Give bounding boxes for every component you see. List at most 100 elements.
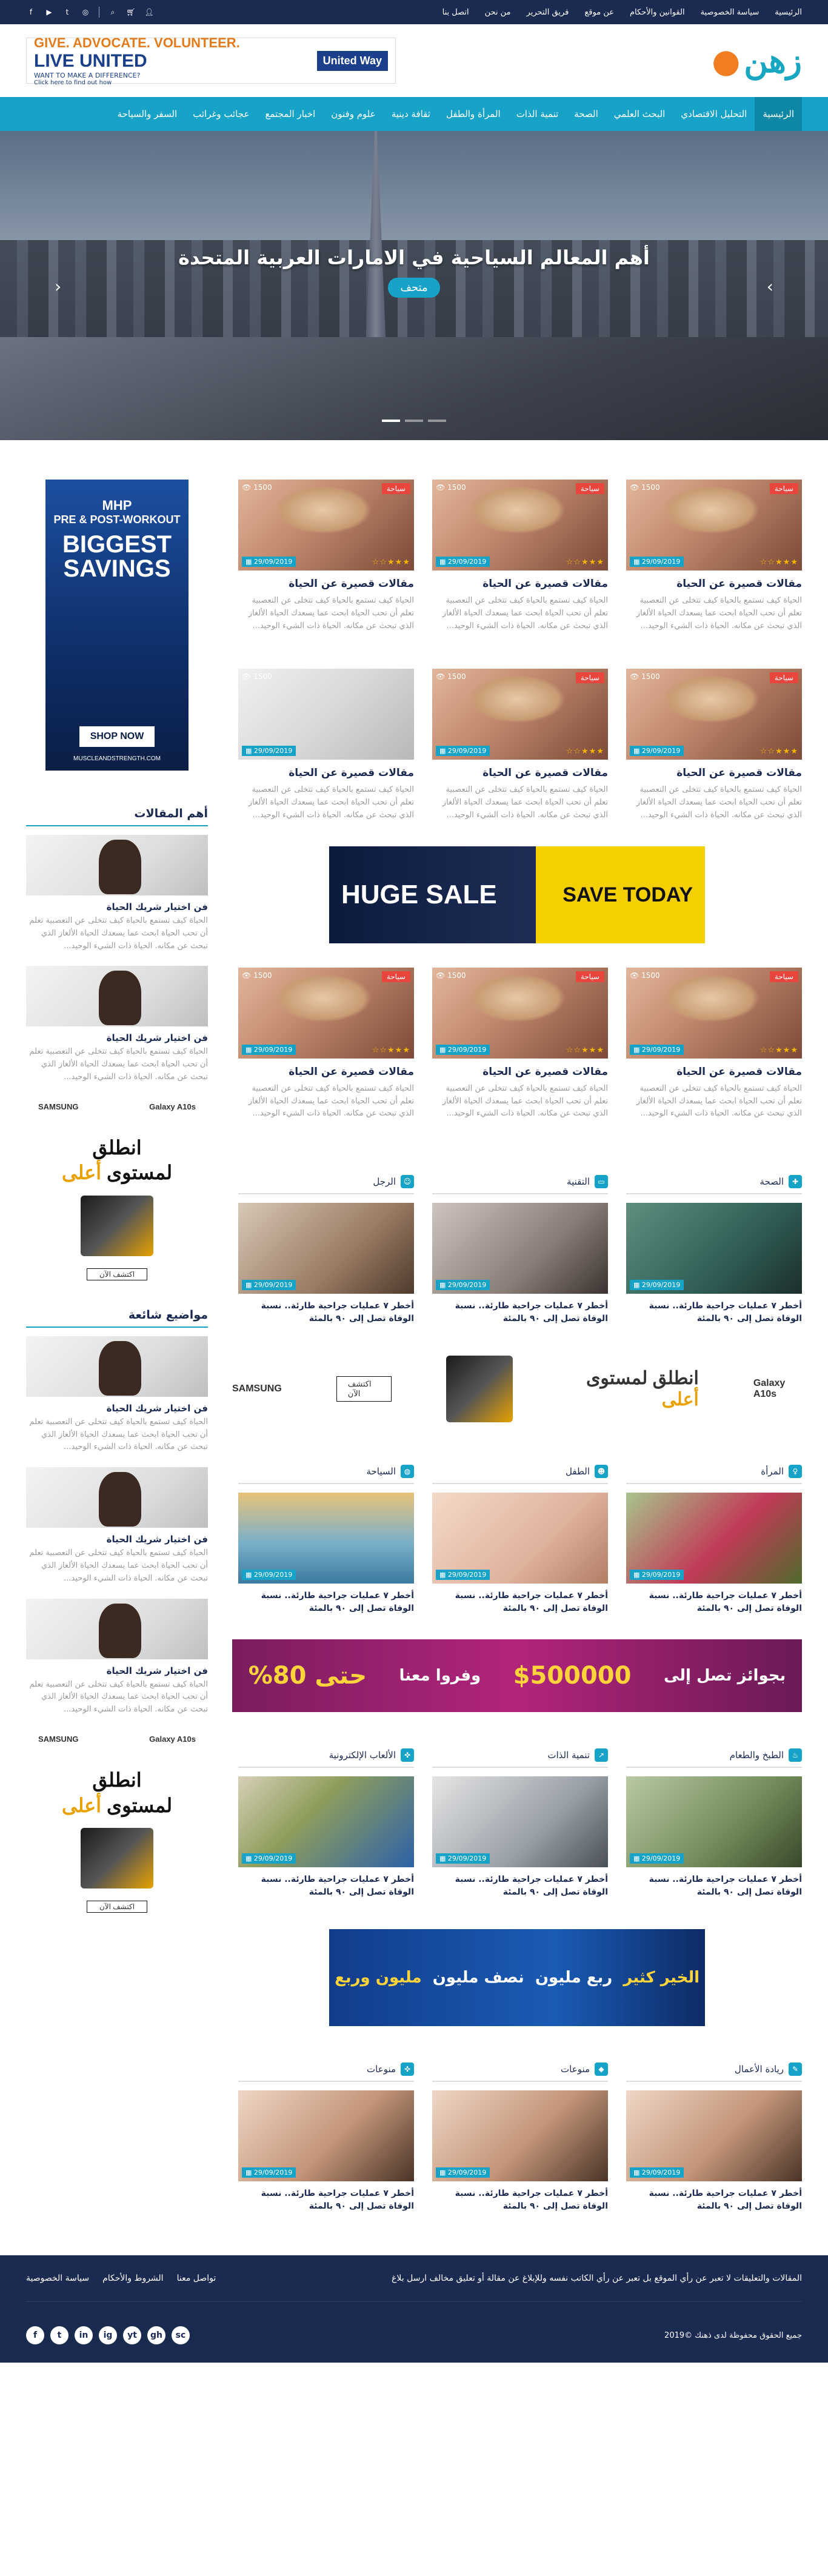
hero-slider[interactable]: أهم المعالم السياحية في الامارات العربية… xyxy=(0,131,828,440)
category-image[interactable]: ▦ 29/09/2019 xyxy=(238,1203,414,1294)
twitter-icon[interactable]: t xyxy=(62,7,72,17)
category-article-title[interactable]: أخطر ٧ عمليات جراحية طارئة.. نسبة الوفاة… xyxy=(432,1873,608,1899)
side-article-image[interactable] xyxy=(26,1336,208,1397)
side-article-title[interactable]: فن اختيار شريك الحياة xyxy=(26,1403,208,1414)
side-article[interactable]: فن اختيار شريك الحياة الحياة كيف تستمع ب… xyxy=(26,1467,208,1585)
samsung-side-ad[interactable]: SAMSUNG Galaxy A10s انطلق لمستوى أعلى اكتش… xyxy=(26,1102,208,1302)
nav-item-religion[interactable]: ثقافة دينية xyxy=(384,97,438,131)
category-header[interactable]: ☻ الطفل xyxy=(432,1465,608,1485)
category-tag[interactable]: سياحة xyxy=(769,971,798,982)
article-card[interactable]: سياحة 👁︎ 1500 ▦ 29/09/2019 ★★★☆☆ مقالات قصي… xyxy=(432,967,608,1120)
top-link-home[interactable]: الرئيسية xyxy=(775,8,802,17)
footer-link-privacy[interactable]: سياسة الخصوصية xyxy=(26,2273,89,2283)
slider-dot[interactable] xyxy=(405,420,423,422)
youtube-icon[interactable]: ▶ xyxy=(44,7,54,17)
instagram-icon[interactable]: ◎ xyxy=(81,7,90,17)
category-article-title[interactable]: أخطر ٧ عمليات جراحية طارئة.. نسبة الوفاة… xyxy=(626,1300,802,1325)
side-article[interactable]: فن اختيار شريك الحياة الحياة كيف تستمع ب… xyxy=(26,835,208,952)
nav-item-economy[interactable]: التحليل الاقتصادي xyxy=(673,97,755,131)
article-image[interactable]: 👁︎ 1500 ▦ 29/09/2019 xyxy=(238,669,414,760)
category-tag[interactable]: سياحة xyxy=(381,971,410,982)
top-link-about-us[interactable]: من نحن xyxy=(485,8,511,17)
category-header[interactable]: ▭ التقنية xyxy=(432,1175,608,1195)
samsung-side-ad-2[interactable]: SAMSUNG Galaxy A10s انطلق لمستوى أعلى اكتش… xyxy=(26,1735,208,1935)
article-title[interactable]: مقالات قصيرة عن الحياة xyxy=(626,1066,802,1078)
side-article-title[interactable]: فن اختيار شريك الحياة xyxy=(26,1032,208,1043)
category-title[interactable]: السياحة xyxy=(366,1466,396,1477)
header-ad-banner[interactable]: GIVE. ADVOCATE. VOLUNTEER. LIVE UNITED W… xyxy=(26,35,396,86)
category-article-title[interactable]: أخطر ٧ عمليات جراحية طارئة.. نسبة الوفاة… xyxy=(626,1873,802,1899)
hero-title[interactable]: أهم المعالم السياحية في الامارات العربية… xyxy=(0,246,828,269)
side-article[interactable]: فن اختيار شريك الحياة الحياة كيف تستمع ب… xyxy=(26,1336,208,1454)
article-title[interactable]: مقالات قصيرة عن الحياة xyxy=(626,578,802,590)
article-title[interactable]: مقالات قصيرة عن الحياة xyxy=(432,767,608,779)
snapchat-icon[interactable]: sc xyxy=(172,2326,190,2345)
samsung-side-button[interactable]: اكتشف الآن xyxy=(86,1268,148,1280)
search-icon[interactable]: ⌕ xyxy=(108,7,118,17)
top-link-editorial[interactable]: فريق التحرير xyxy=(527,8,569,17)
nav-item-science[interactable]: البحث العلمي xyxy=(606,97,673,131)
category-tag[interactable]: سياحة xyxy=(769,672,798,684)
category-image[interactable]: ▦ 29/09/2019 xyxy=(238,2090,414,2182)
category-header[interactable]: ↗ تنمية الذات xyxy=(432,1748,608,1768)
article-image[interactable]: سياحة 👁︎ 1500 ▦ 29/09/2019 ★★★☆☆ xyxy=(626,669,802,760)
million-ad-banner[interactable]: الخير كثير ربع مليون نصف مليون مليون ورب… xyxy=(329,1929,705,2027)
nav-item-sciences-arts[interactable]: علوم وفنون xyxy=(323,97,383,131)
top-link-about-site[interactable]: عن موقع xyxy=(584,8,614,17)
category-header[interactable]: ♀ المرأة xyxy=(626,1465,802,1485)
nav-item-wonders[interactable]: عجائب وغرائب xyxy=(185,97,257,131)
side-article[interactable]: فن اختيار شريك الحياة الحياة كيف تستمع ب… xyxy=(26,966,208,1083)
footer-link-terms[interactable]: الشروط والأحكام xyxy=(102,2273,163,2283)
article-card[interactable]: سياحة 👁︎ 1500 ▦ 29/09/2019 ★★★☆☆ مقالات قصي… xyxy=(432,480,608,632)
category-image[interactable]: ▦ 29/09/2019 xyxy=(626,2090,802,2182)
top-link-terms[interactable]: القوانين والأحكام xyxy=(630,8,685,17)
category-title[interactable]: الألعاب الإلكترونية xyxy=(329,1750,396,1761)
article-image[interactable]: سياحة 👁︎ 1500 ▦ 29/09/2019 ★★★☆☆ xyxy=(238,967,414,1059)
category-title[interactable]: ريادة الأعمال xyxy=(735,2064,784,2075)
supplement-side-ad[interactable]: MHP PRE & POST-WORKOUT BIGGEST SAVINGS S… xyxy=(45,480,189,771)
category-tag[interactable]: سياحة xyxy=(575,971,604,982)
top-link-privacy[interactable]: سياسة الخصوصية xyxy=(701,8,760,17)
cart-icon[interactable]: 🛒︎ xyxy=(126,7,136,17)
slider-next-icon[interactable]: › xyxy=(767,276,773,296)
side-article-image[interactable] xyxy=(26,1598,208,1659)
article-card[interactable]: سياحة 👁︎ 1500 ▦ 29/09/2019 ★★★☆☆ مقالات قصي… xyxy=(626,669,802,821)
category-article-title[interactable]: أخطر ٧ عمليات جراحية طارئة.. نسبة الوفاة… xyxy=(432,1300,608,1325)
article-title[interactable]: مقالات قصيرة عن الحياة xyxy=(238,1066,414,1078)
article-title[interactable]: مقالات قصيرة عن الحياة xyxy=(238,578,414,590)
category-article-title[interactable]: أخطر ٧ عمليات جراحية طارئة.. نسبة الوفاة… xyxy=(626,2187,802,2213)
slider-dot[interactable] xyxy=(382,420,400,422)
nav-item-travel[interactable]: السفر والسياحة xyxy=(110,97,185,131)
category-header[interactable]: ◆ منوعات xyxy=(432,2062,608,2083)
article-card[interactable]: سياحة 👁︎ 1500 ▦ 29/09/2019 ★★★☆☆ مقالات قصي… xyxy=(238,967,414,1120)
side-article[interactable]: فن اختيار شريك الحياة الحياة كيف تستمع ب… xyxy=(26,1598,208,1716)
sale-ad-banner[interactable]: HUGE SALE SAVE TODAY xyxy=(329,846,705,943)
category-header[interactable]: ✜ منوعات xyxy=(238,2062,414,2083)
side-article-title[interactable]: فن اختيار شريك الحياة xyxy=(26,1665,208,1676)
category-header[interactable]: ◍ السياحة xyxy=(238,1465,414,1485)
facebook-icon[interactable]: f xyxy=(26,7,36,17)
article-title[interactable]: مقالات قصيرة عن الحياة xyxy=(238,767,414,779)
footer-link-contact[interactable]: تواصل معنا xyxy=(177,2273,216,2283)
side-article-image[interactable] xyxy=(26,966,208,1027)
category-article-title[interactable]: أخطر ٧ عمليات جراحية طارئة.. نسبة الوفاة… xyxy=(432,2187,608,2213)
category-tag[interactable]: سياحة xyxy=(575,672,604,684)
side-article-image[interactable] xyxy=(26,1467,208,1528)
slider-prev-icon[interactable]: ‹ xyxy=(55,276,61,296)
category-article-title[interactable]: أخطر ٧ عمليات جراحية طارئة.. نسبة الوفاة… xyxy=(238,2187,414,2213)
article-card[interactable]: سياحة 👁︎ 1500 ▦ 29/09/2019 ★★★☆☆ مقالات قصي… xyxy=(626,967,802,1120)
github-icon[interactable]: gh xyxy=(147,2326,165,2345)
nav-item-self-development[interactable]: تنمية الذات xyxy=(509,97,567,131)
category-image[interactable]: ▦ 29/09/2019 xyxy=(432,2090,608,2182)
category-title[interactable]: الرجل xyxy=(373,1176,396,1187)
category-article-title[interactable]: أخطر ٧ عمليات جراحية طارئة.. نسبة الوفاة… xyxy=(626,1590,802,1615)
category-header[interactable]: ♨ الطبخ والطعام xyxy=(626,1748,802,1768)
side-article-title[interactable]: فن اختيار شريك الحياة xyxy=(26,1534,208,1545)
category-article-title[interactable]: أخطر ٧ عمليات جراحية طارئة.. نسبة الوفاة… xyxy=(238,1300,414,1325)
hero-tag[interactable]: متحف xyxy=(388,278,440,298)
category-image[interactable]: ▦ 29/09/2019 xyxy=(238,1493,414,1584)
category-image[interactable]: ▦ 29/09/2019 xyxy=(626,1203,802,1294)
category-title[interactable]: الطفل xyxy=(566,1466,590,1477)
instagram-icon[interactable]: ig xyxy=(99,2326,117,2345)
category-header[interactable]: ☺ الرجل xyxy=(238,1175,414,1195)
